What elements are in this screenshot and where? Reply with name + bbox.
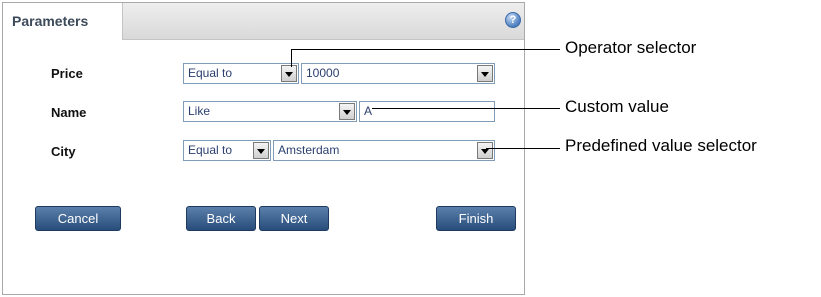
name-value-input[interactable]: A (359, 101, 495, 122)
back-button[interactable]: Back (186, 206, 256, 231)
price-operator-value: Equal to (188, 66, 233, 80)
price-value-select[interactable]: 10000 (301, 63, 495, 84)
custom-value-callout-line (372, 108, 560, 109)
operator-callout-drop (291, 49, 292, 67)
city-operator-value: Equal to (188, 143, 233, 157)
parameters-panel: Parameters ? Price Equal to 10000 Name L… (2, 2, 525, 295)
chevron-down-icon[interactable] (253, 142, 269, 159)
operator-callout-label: Operator selector (565, 38, 697, 57)
name-operator-select[interactable]: Like (183, 101, 357, 122)
tab-parameters[interactable]: Parameters (3, 3, 123, 40)
next-button[interactable]: Next (259, 206, 329, 231)
predefined-callout-line (486, 148, 560, 149)
price-operator-select[interactable]: Equal to (183, 63, 299, 84)
cancel-button[interactable]: Cancel (35, 206, 121, 231)
city-operator-select[interactable]: Equal to (183, 140, 271, 161)
operator-callout-line (291, 49, 560, 50)
chevron-down-icon[interactable] (477, 65, 493, 82)
name-operator-value: Like (188, 104, 211, 118)
city-label: City (51, 144, 76, 159)
price-label: Price (51, 66, 83, 81)
price-value: 10000 (306, 66, 340, 80)
city-value-select[interactable]: Amsterdam (273, 140, 495, 161)
name-value: A (364, 104, 373, 118)
chevron-down-icon[interactable] (339, 103, 355, 120)
city-value: Amsterdam (278, 143, 340, 157)
finish-button[interactable]: Finish (436, 206, 516, 231)
help-icon[interactable]: ? (505, 12, 521, 28)
custom-value-callout-label: Custom value (565, 97, 669, 116)
predefined-callout-label: Predefined value selector (565, 136, 757, 155)
name-label: Name (51, 105, 87, 120)
chevron-down-icon[interactable] (281, 65, 297, 82)
chevron-down-icon[interactable] (477, 142, 493, 159)
